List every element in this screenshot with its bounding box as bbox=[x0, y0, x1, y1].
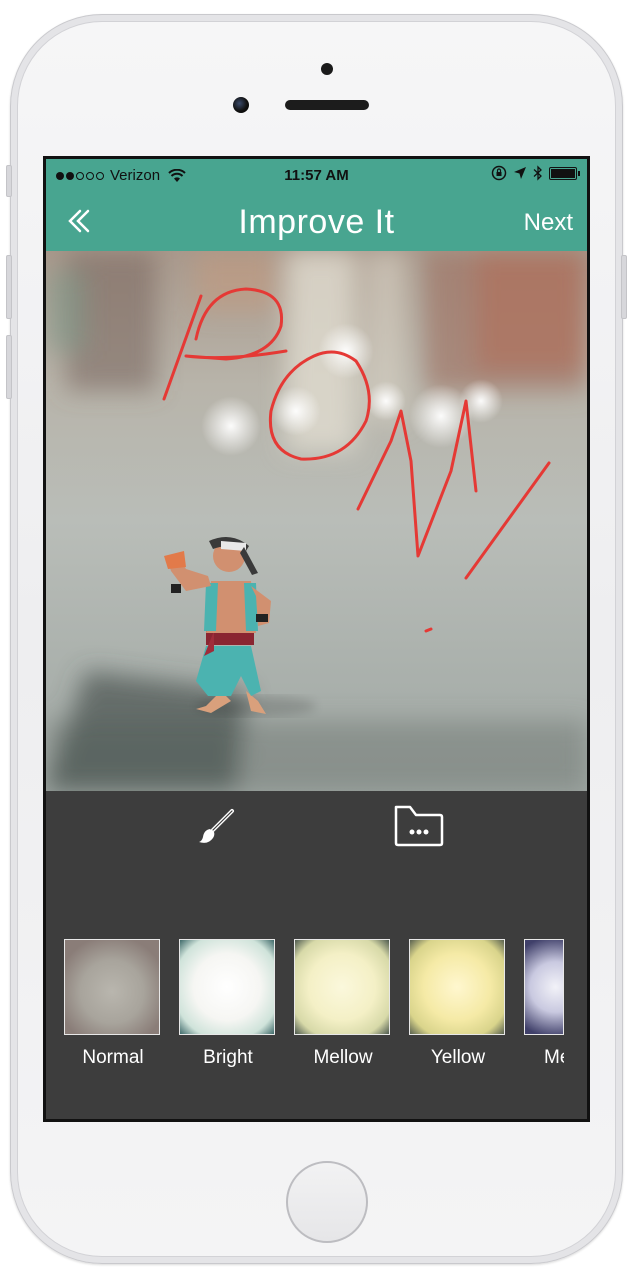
filter-label: Bright bbox=[203, 1047, 253, 1068]
home-button[interactable] bbox=[286, 1161, 368, 1243]
battery-icon bbox=[549, 166, 580, 180]
filter-strip: Normal Bright Mellow Yellow Me bbox=[46, 939, 587, 1089]
next-button[interactable]: Next bbox=[524, 209, 573, 237]
bluetooth-icon bbox=[533, 165, 542, 181]
folder-more-icon bbox=[394, 805, 444, 847]
filter-thumb-normal bbox=[64, 939, 160, 1035]
location-icon bbox=[514, 167, 526, 179]
filter-partial[interactable]: Me bbox=[524, 939, 584, 1069]
proximity-sensor bbox=[321, 63, 333, 75]
tool-bar bbox=[46, 791, 587, 901]
filter-label: Mellow bbox=[313, 1047, 373, 1068]
filter-thumb-mellow bbox=[294, 939, 390, 1035]
mute-switch bbox=[6, 165, 12, 197]
volume-down-button bbox=[6, 335, 12, 399]
app-screen: Verizon 11:57 AM Improve It Next Normal … bbox=[43, 156, 590, 1122]
brush-icon bbox=[199, 809, 234, 843]
rotation-lock-icon bbox=[491, 165, 507, 181]
filter-bright[interactable]: Bright bbox=[179, 939, 277, 1069]
filter-label: Yellow bbox=[430, 1047, 486, 1068]
filter-label: Normal bbox=[82, 1047, 144, 1068]
earpiece-speaker bbox=[285, 100, 369, 110]
power-button bbox=[621, 255, 627, 319]
front-camera bbox=[233, 97, 249, 113]
filter-thumb-yellow bbox=[409, 939, 505, 1035]
filter-label: Me bbox=[544, 1047, 564, 1068]
filter-thumb-bright bbox=[179, 939, 275, 1035]
page-title: Improve It bbox=[238, 203, 395, 241]
brush-button[interactable] bbox=[196, 807, 236, 852]
photo-canvas[interactable] bbox=[46, 251, 587, 791]
status-bar: Verizon 11:57 AM bbox=[46, 159, 587, 193]
status-right bbox=[491, 165, 580, 181]
photo-image bbox=[46, 251, 587, 791]
folder-more-button[interactable] bbox=[392, 803, 444, 852]
filter-mellow[interactable]: Mellow bbox=[294, 939, 392, 1069]
filter-thumb-partial bbox=[524, 939, 564, 1035]
filter-normal[interactable]: Normal bbox=[64, 939, 162, 1069]
filter-yellow[interactable]: Yellow bbox=[409, 939, 507, 1069]
nav-bar: Improve It Next bbox=[46, 193, 587, 251]
volume-up-button bbox=[6, 255, 12, 319]
